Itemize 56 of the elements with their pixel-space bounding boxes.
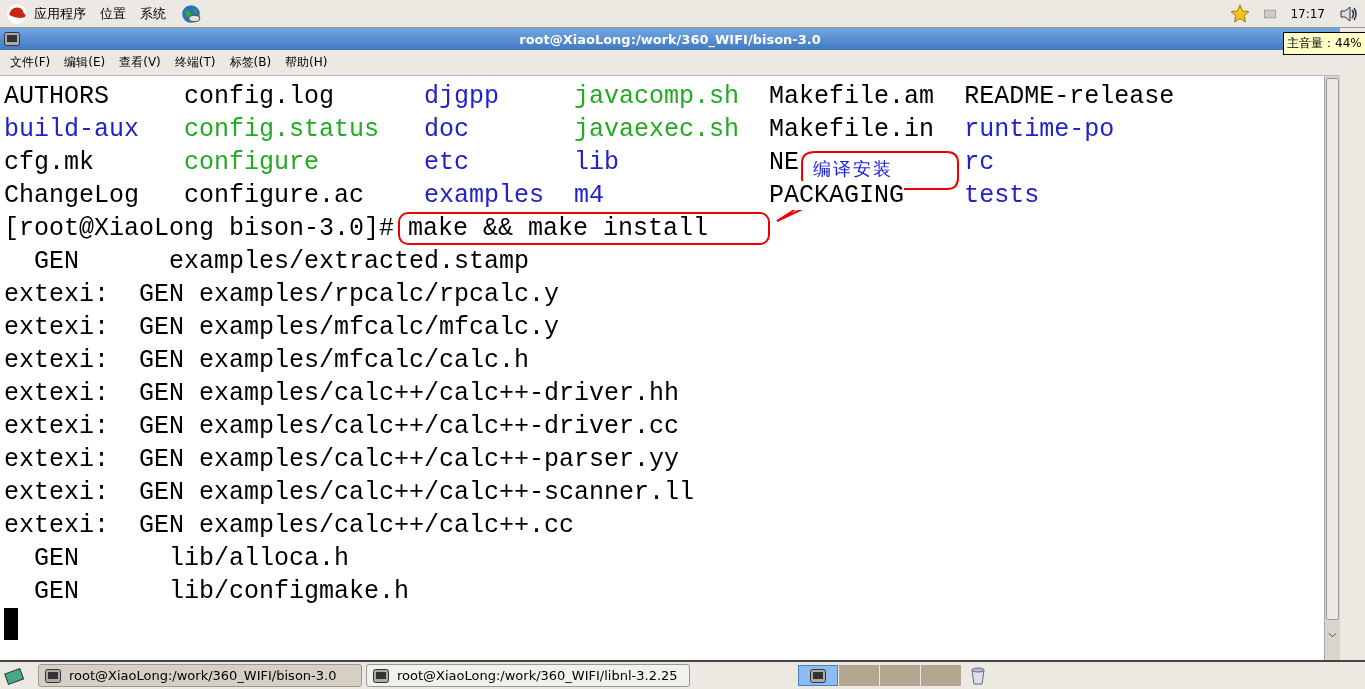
speaker-icon[interactable] bbox=[1339, 3, 1359, 24]
file-name: configure bbox=[184, 148, 320, 177]
globe-icon[interactable] bbox=[180, 2, 202, 25]
desktop-icon[interactable] bbox=[4, 665, 24, 686]
cursor bbox=[4, 608, 18, 640]
file-name: examples bbox=[424, 181, 545, 210]
shell-prompt: [root@XiaoLong bison-3.0]# bbox=[4, 213, 395, 245]
menu-item[interactable]: 帮助(H) bbox=[285, 54, 328, 71]
output-line: GEN lib/configmake.h bbox=[33, 576, 410, 608]
panel-menu[interactable]: 系统 bbox=[140, 4, 166, 23]
output-line: extexi: GEN examples/calc++/calc++-driver.hh bbox=[4, 378, 680, 410]
menu-item[interactable]: 编辑(E) bbox=[64, 54, 106, 71]
file-name: config.status bbox=[184, 115, 380, 144]
highlighted-command: make && make install bbox=[398, 212, 771, 245]
terminal-icon bbox=[373, 668, 389, 683]
terminal[interactable] bbox=[0, 76, 1324, 660]
output-line: extexi: GEN examples/rpcalc/rpcalc.y bbox=[4, 279, 560, 311]
panel-menu[interactable]: 位置 bbox=[100, 4, 126, 23]
output-line: extexi: GEN examples/mfcalc/calc.h bbox=[4, 345, 530, 377]
window-title: root@XiaoLong:/work/360_WIFI/bison-3.0 bbox=[519, 31, 821, 47]
output-line: extexi: GEN examples/mfcalc/mfcalc.y bbox=[4, 312, 560, 344]
terminal-icon bbox=[45, 668, 61, 683]
hat-icon[interactable] bbox=[6, 2, 28, 25]
menu-item[interactable]: 标签(B) bbox=[229, 54, 272, 71]
file-name: config.log bbox=[184, 82, 335, 111]
terminal-icon bbox=[810, 668, 826, 683]
output-line: GEN lib/alloca.h bbox=[33, 543, 350, 575]
task-button[interactable]: root@XiaoLong:/work/360_WIFI/bison-3.0 bbox=[38, 664, 362, 687]
file-name: cfg.mk bbox=[4, 148, 94, 177]
workspace-button[interactable] bbox=[798, 665, 838, 686]
file-name: ChangeLog bbox=[4, 181, 140, 210]
output-line: extexi: GEN examples/calc++/calc++-scanner.ll bbox=[4, 477, 695, 509]
terminal-icon bbox=[4, 32, 20, 46]
trash-icon[interactable] bbox=[970, 666, 986, 685]
output-line: GEN examples/extracted.stamp bbox=[33, 246, 530, 278]
file-name: PACKAGING bbox=[769, 181, 905, 210]
scrollbar[interactable] bbox=[1324, 76, 1340, 660]
file-name: javaexec.sh bbox=[574, 115, 740, 144]
menu-item[interactable]: 查看(V) bbox=[119, 54, 161, 71]
callout-text: 编译安装 bbox=[813, 157, 893, 181]
output-line: extexi: GEN examples/calc++/calc++-driver.cc bbox=[4, 411, 680, 443]
menu-item[interactable]: 终端(T) bbox=[174, 54, 216, 71]
file-name: configure.ac bbox=[184, 181, 365, 210]
output-line: extexi: GEN examples/calc++/calc++-parser.yy bbox=[4, 444, 680, 476]
menu-item[interactable]: 文件(F) bbox=[10, 54, 51, 71]
scroll-down-icon[interactable] bbox=[1328, 632, 1337, 638]
volume-tooltip: 主音量：44% bbox=[1283, 32, 1365, 55]
file-name: djgpp bbox=[424, 82, 500, 111]
file-name: runtime-po bbox=[964, 115, 1115, 144]
task-button[interactable]: root@XiaoLong:/work/360_WIFI/libnl-3.2.25 bbox=[366, 664, 690, 687]
panel-menu[interactable]: 应用程序 bbox=[34, 4, 86, 23]
keyboard-icon[interactable] bbox=[1264, 8, 1277, 19]
clock[interactable]: 17:17 bbox=[1290, 6, 1325, 21]
star-icon[interactable] bbox=[1230, 3, 1251, 24]
output-line: extexi: GEN examples/calc++/calc++.cc bbox=[4, 510, 575, 542]
file-name: javacomp.sh bbox=[574, 82, 740, 111]
